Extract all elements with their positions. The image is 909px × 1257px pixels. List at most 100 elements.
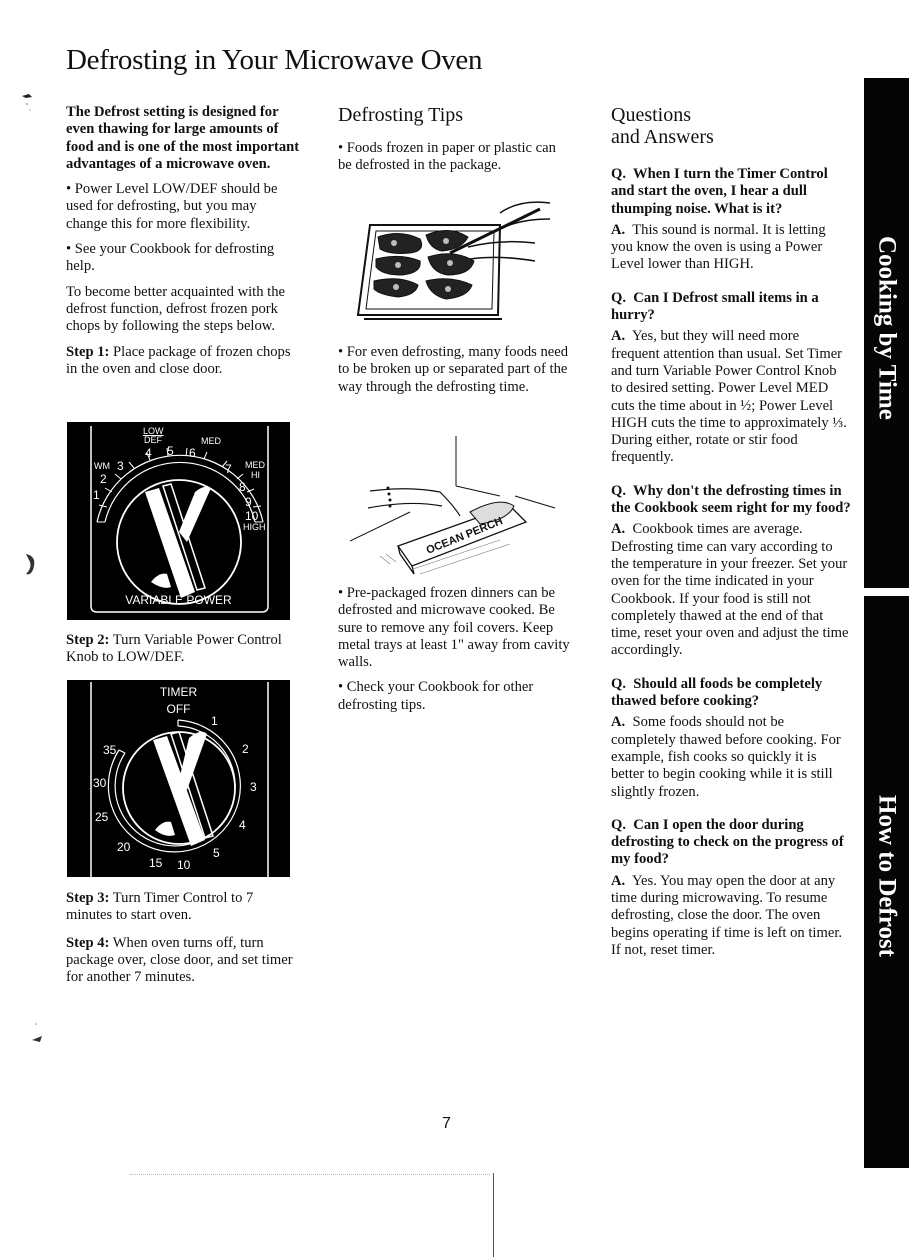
timer-number: 15	[149, 856, 163, 870]
intro-lead: The Defrost setting is designed for even…	[66, 104, 300, 172]
frozen-dinner-package-illustration: OCEAN PERCH	[350, 436, 556, 575]
a-prefix: A.	[611, 328, 626, 345]
tip-item: • For even defrosting, many foods need t…	[338, 344, 569, 395]
a-prefix: A.	[611, 521, 626, 538]
questions-and-answers-column: Questions and Answers Q. When I turn the…	[611, 104, 851, 975]
a-prefix: A.	[611, 872, 626, 889]
qa-item: Q. When I turn the Timer Control and sta…	[611, 166, 851, 274]
dial-label-hi: HI	[251, 470, 260, 480]
answer-text: Yes. You may open the door at any time d…	[611, 872, 843, 958]
timer-off-label: OFF	[166, 702, 191, 716]
tip-item: • Foods frozen in paper or plastic can b…	[338, 140, 556, 174]
dial-number: 1	[93, 488, 100, 502]
dial-number: 8	[239, 480, 246, 494]
scan-speck-decoration	[32, 1023, 42, 1042]
dial-caption: VARIABLE POWER	[125, 593, 232, 607]
answer-text: Some foods should not be completely thaw…	[611, 714, 841, 800]
dial-label-med-hi: MED	[245, 460, 265, 470]
dial-number: 10	[245, 509, 259, 523]
qa-item: Q. Can I open the door during defrosting…	[611, 817, 851, 959]
dial-number: 2	[100, 472, 107, 486]
a-prefix: A.	[611, 714, 626, 731]
tip-item: • Pre-packaged frozen dinners can be def…	[338, 585, 570, 671]
tip-text: For even defrosting, many foods need to …	[338, 344, 569, 395]
step-label: Step 4:	[66, 934, 110, 951]
side-tab-how-to-defrost[interactable]: How to Defrost	[864, 596, 909, 1168]
dial-number: 4	[145, 446, 152, 460]
qa-item: Q. Should all foods be completely thawed…	[611, 676, 851, 801]
answer-text: This sound is normal. It is letting you …	[611, 221, 826, 273]
timer-number: 30	[93, 776, 107, 790]
tip-text: Pre-packaged frozen dinners can be defro…	[338, 585, 570, 671]
bullet-item: • See your Cookbook for defrosting help.	[66, 241, 275, 275]
q-prefix: Q.	[611, 166, 626, 182]
timer-number: 4	[239, 818, 246, 832]
dial-label-def: DEF	[144, 435, 162, 445]
tip-text: Check your Cookbook for other defrosting…	[338, 679, 534, 713]
q-prefix: Q.	[611, 482, 626, 499]
step-label: Step 1:	[66, 343, 110, 360]
dial-number: 6	[189, 446, 196, 460]
timer-number: 5	[213, 846, 220, 860]
dial-number: 9	[245, 495, 252, 509]
dial-label-wm: WM	[94, 461, 110, 471]
q-prefix: Q.	[611, 816, 626, 833]
timer-number: 3	[250, 780, 257, 794]
tip-text: Foods frozen in paper or plastic can be …	[338, 140, 556, 174]
q-prefix: Q.	[611, 289, 626, 306]
binding-line	[493, 1173, 494, 1257]
question-text: Can I open the door during defrosting to…	[611, 816, 844, 868]
qa-heading-line: Questions	[611, 104, 691, 126]
qa-item: Q. Can I Defrost small items in a hurry?…	[611, 290, 851, 467]
step-label: Step 2:	[66, 632, 110, 648]
question-text: Why don't the defrosting times in the Co…	[611, 482, 851, 517]
question-text: Can I Defrost small items in a hurry?	[611, 289, 819, 324]
intro-paragraph: To become better acquainted with the def…	[66, 283, 286, 335]
timer-caption: TIMER	[159, 685, 198, 699]
timer-number: 35	[103, 743, 117, 757]
bullet-text: See your Cookbook for defrosting help.	[66, 241, 275, 275]
step-4: Step 4: When oven turns off, turn packag…	[66, 935, 301, 987]
timer-number: 20	[117, 840, 131, 854]
scan-speck-decoration	[26, 554, 35, 575]
question-text: When I turn the Timer Control and start …	[611, 166, 828, 217]
step-label: Step 3:	[66, 890, 110, 906]
timer-number: 2	[242, 742, 249, 756]
tips-lower: • Pre-packaged frozen dinners can be def…	[338, 585, 570, 722]
pork-chops-tray-illustration	[356, 201, 551, 320]
timer-number: 1	[211, 714, 218, 728]
page-number: 7	[442, 1115, 451, 1132]
variable-power-dial-illustration: LOW DEF MED WM MED HI HIGH 1 2 3 4 5 6 7…	[67, 422, 290, 620]
side-tab-cooking-by-time[interactable]: Cooking by Time	[864, 78, 909, 588]
side-tab-label: How to Defrost	[873, 795, 901, 957]
scan-dotted-line	[130, 1174, 490, 1176]
qa-heading-line: and Answers	[611, 126, 714, 148]
timer-number: 10	[177, 858, 191, 872]
bullet-text: Power Level LOW/DEF should be used for d…	[66, 181, 278, 232]
a-prefix: A.	[611, 221, 626, 238]
bullet-item: • Power Level LOW/DEF should be used for…	[66, 181, 278, 232]
step-1: Step 1: Place package of frozen chops in…	[66, 344, 301, 379]
timer-number: 25	[95, 810, 109, 824]
tips-heading: Defrosting Tips	[338, 104, 464, 126]
defrosting-tips-column: Defrosting Tips • Foods frozen in paper …	[338, 104, 570, 183]
answer-text: Cookbook times are average. Defrosting t…	[611, 521, 849, 659]
dial-number: 7	[225, 462, 232, 476]
steps-3-4: Step 3: Turn Timer Control to 7 minutes …	[66, 890, 301, 994]
step-2: Step 2: Turn Variable Power Control Knob…	[66, 632, 301, 675]
question-text: Should all foods be completely thawed be…	[611, 675, 823, 710]
tip-item: • Check your Cookbook for other defrosti…	[338, 679, 534, 713]
qa-item: Q. Why don't the defrosting times in the…	[611, 483, 851, 660]
intro-column: The Defrost setting is designed for even…	[66, 104, 301, 386]
step-3: Step 3: Turn Timer Control to 7 minutes …	[66, 890, 301, 925]
side-tab-label: Cooking by Time	[873, 236, 901, 420]
timer-dial-illustration: TIMER OFF 1 2 3 4 5 10 15 20 25 30 35	[67, 680, 290, 877]
scan-speck-decoration	[22, 94, 32, 111]
dial-label-high: HIGH	[243, 522, 266, 532]
answer-text: Yes, but they will need more frequent at…	[611, 328, 847, 466]
dial-label-med: MED	[201, 436, 221, 446]
dial-number: 3	[117, 459, 124, 473]
q-prefix: Q.	[611, 675, 626, 692]
qa-heading: Questions and Answers	[611, 104, 851, 148]
dial-number: 5	[167, 444, 174, 458]
